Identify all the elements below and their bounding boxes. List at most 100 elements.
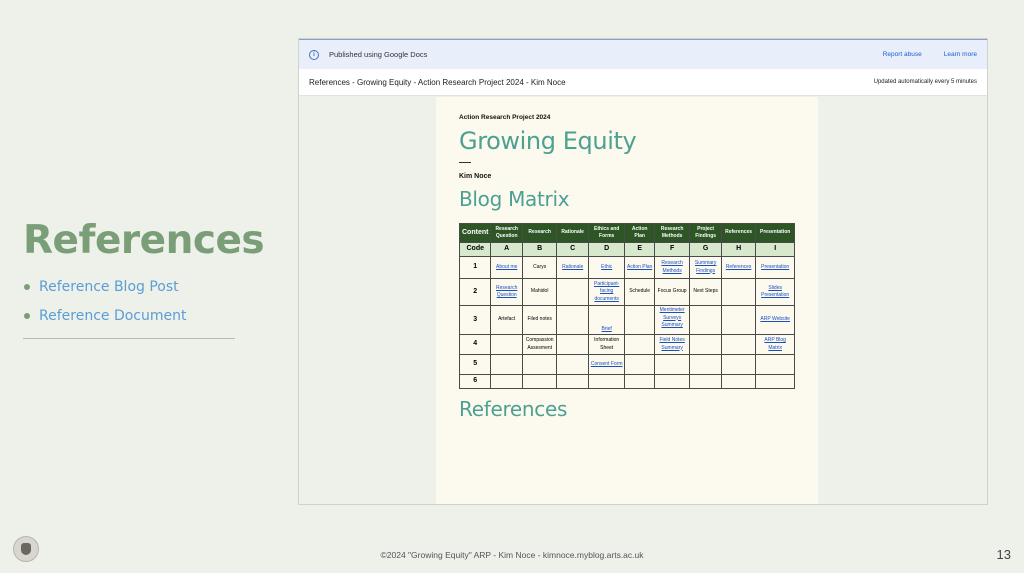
bullet-icon	[24, 283, 30, 290]
table-cell: Presentation	[755, 256, 795, 279]
table-cell: Participant-facing documents	[587, 278, 626, 306]
table-cell: About me	[490, 256, 523, 279]
table-cell: Field Notes Summary	[653, 334, 691, 355]
column-header: References	[720, 223, 757, 243]
ethic-link[interactable]: Ethic	[601, 264, 612, 270]
table-cell	[720, 278, 757, 306]
column-header: Project Findings	[689, 223, 722, 243]
column-header: Presentation	[755, 223, 795, 243]
table-cell	[720, 354, 757, 375]
table-cell: Ethic	[587, 256, 626, 279]
learn-more-link[interactable]: Learn more	[944, 51, 977, 58]
table-cell: Carys	[521, 256, 558, 279]
consent-form-link[interactable]: Consent Form	[591, 361, 623, 367]
table-cell	[490, 354, 523, 375]
arp-blog-matrix-link[interactable]: ARP Blog Matrix	[764, 337, 786, 351]
embedded-doc-frame: i Published using Google Docs Report abu…	[298, 38, 988, 505]
table-cell	[624, 354, 655, 375]
table-cell	[624, 305, 655, 335]
doc-page: Action Research Project 2024 Growing Equ…	[436, 97, 818, 504]
row-number: 1	[458, 256, 492, 279]
table-cell	[689, 374, 722, 389]
google-docs-bar: i Published using Google Docs Report abu…	[299, 39, 987, 69]
field-notes-link[interactable]: Field Notes Summary	[659, 337, 684, 351]
published-label: Published using Google Docs	[329, 50, 428, 59]
column-header: Research	[521, 223, 558, 243]
column-header: Ethics and Forms	[587, 223, 626, 243]
report-abuse-link[interactable]: Report abuse	[883, 51, 922, 58]
doc-title: References - Growing Equity - Action Res…	[309, 77, 566, 87]
reference-document-link[interactable]: Reference Document	[39, 308, 186, 324]
footer-text: ©2024 "Growing Equity" ARP - Kim Noce - …	[380, 550, 644, 560]
rationale-link[interactable]: Rationale	[562, 264, 583, 270]
table-cell	[521, 354, 558, 375]
project-label: Action Research Project 2024	[459, 114, 551, 121]
table-cell: Mahidol	[521, 278, 558, 306]
column-header: Research Methods	[653, 223, 691, 243]
about-me-link[interactable]: About me	[496, 264, 517, 270]
code-cell: B	[521, 242, 558, 257]
table-cell	[689, 334, 722, 355]
table-cell	[521, 374, 558, 389]
participant-documents-link[interactable]: Participant-facing documents	[594, 281, 619, 302]
bullet-icon	[24, 312, 30, 319]
brief-link[interactable]: Brief	[602, 326, 612, 332]
row-number: 4	[458, 334, 492, 355]
slide-link-list: Reference Blog Post Reference Document	[24, 272, 186, 330]
list-item: Reference Document	[24, 301, 186, 330]
table-cell: Consent Form	[587, 354, 626, 375]
table-cell: Next Steps	[689, 278, 722, 306]
code-cell: C	[556, 242, 589, 257]
table-row: 2 Research Question Mahidol Participant-…	[458, 278, 795, 306]
update-note: Updated automatically every 5 minutes	[873, 79, 977, 85]
references-link[interactable]: References	[726, 264, 752, 270]
code-cell: G	[689, 242, 722, 257]
page-number: 13	[996, 547, 1011, 562]
table-row: 6	[458, 374, 795, 389]
table-cell: Information Sheet	[587, 334, 626, 355]
table-cell	[490, 374, 523, 389]
table-cell: Rationale	[556, 256, 589, 279]
presentation-link[interactable]: Presentation	[761, 264, 789, 270]
table-cell	[653, 374, 691, 389]
table-cell: ARP Website	[755, 305, 795, 335]
code-row: Code A B C D E F G H I	[458, 242, 795, 257]
table-cell: Slides Presentation	[755, 278, 795, 306]
action-plan-link[interactable]: Action Plan	[627, 264, 652, 270]
research-question-link[interactable]: Research Question	[496, 285, 517, 299]
table-cell	[720, 374, 757, 389]
table-cell	[556, 374, 589, 389]
table-cell	[755, 374, 795, 389]
table-cell: Brief	[587, 305, 626, 335]
blog-matrix-table: Content Research Question Research Ratio…	[458, 223, 795, 389]
research-methods-link[interactable]: Research Methods	[661, 260, 682, 274]
slide-title: References	[23, 218, 265, 263]
table-cell: Mentimeter Surveys Summary	[653, 305, 691, 335]
summary-findings-link[interactable]: Summary Findings	[695, 260, 716, 274]
row-number: 3	[458, 305, 492, 335]
column-header: Research Question	[490, 223, 523, 243]
row-number: 6	[458, 374, 492, 389]
table-header-row: Content Research Question Research Ratio…	[458, 223, 795, 243]
mentimeter-link[interactable]: Mentimeter Surveys Summary	[660, 307, 685, 328]
table-cell: Schedule	[624, 278, 655, 306]
table-cell: Filed notes	[521, 305, 558, 335]
column-header: Content	[458, 223, 492, 243]
table-cell	[556, 278, 589, 306]
table-cell: ARP Blog Matrix	[755, 334, 795, 355]
reference-blog-post-link[interactable]: Reference Blog Post	[39, 279, 179, 295]
arp-website-link[interactable]: ARP Website	[760, 316, 790, 322]
table-cell: Focus Group	[653, 278, 691, 306]
table-cell: Research Question	[490, 278, 523, 306]
table-cell: Action Plan	[624, 256, 655, 279]
table-cell	[556, 334, 589, 355]
table-row: 5 Consent Form	[458, 354, 795, 375]
table-cell	[720, 305, 757, 335]
list-item: Reference Blog Post	[24, 272, 186, 301]
column-header: Action Plan	[624, 223, 655, 243]
info-icon[interactable]: i	[309, 49, 319, 60]
slides-presentation-link[interactable]: Slides Presentation	[761, 285, 789, 299]
table-cell	[689, 305, 722, 335]
row-number: 5	[458, 354, 492, 375]
code-cell: Code	[458, 242, 492, 257]
